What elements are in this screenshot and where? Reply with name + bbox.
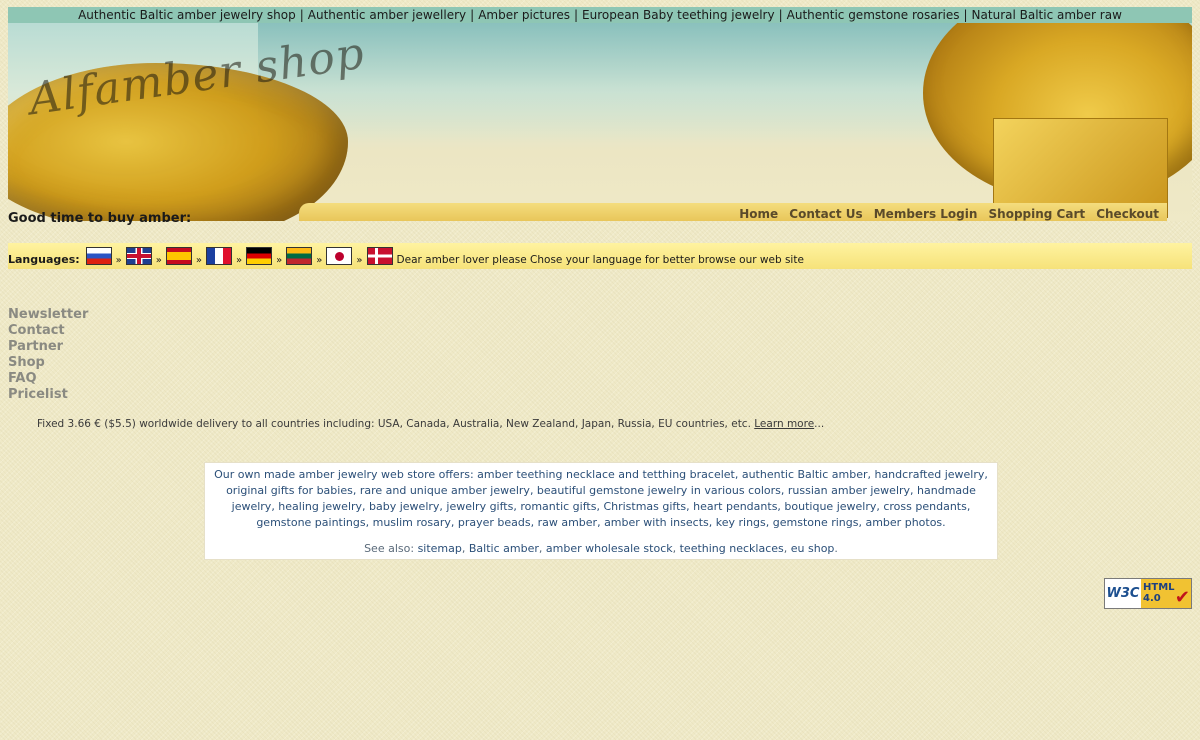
menu-checkout[interactable]: Checkout	[1096, 207, 1159, 221]
lithuanian-flag-icon[interactable]	[286, 247, 313, 265]
offers-box: Our own made amber jewelry web store off…	[204, 462, 998, 560]
see-also-baltic-amber-link[interactable]: Baltic amber	[469, 542, 539, 555]
languages-bar: Languages: » » » » » » » Dear amber love…	[8, 243, 1192, 269]
danish-flag-icon[interactable]	[366, 247, 393, 265]
language-notice: Dear amber lover please Chose your langu…	[396, 254, 804, 266]
banner-water-image	[258, 23, 978, 143]
offers-text: Our own made amber jewelry web store off…	[214, 468, 988, 529]
top-link-separator: |	[299, 8, 304, 22]
language-separator: »	[195, 255, 203, 266]
top-link-separator: |	[963, 8, 968, 22]
good-time-heading: Good time to buy amber:	[8, 211, 192, 226]
top-link-gemstone-rosaries[interactable]: Authentic gemstone rosaries	[787, 8, 960, 22]
nav-contact[interactable]: Contact	[8, 323, 88, 339]
w3c-html-badge[interactable]: W3C HTML 4.0 ✔	[1104, 578, 1192, 609]
see-also-end: .	[834, 542, 838, 555]
nav-newsletter[interactable]: Newsletter	[8, 307, 88, 323]
top-link-baby-teething-jewelry[interactable]: European Baby teething jewelry	[582, 8, 775, 22]
delivery-text: Fixed 3.66 € ($5.5) worldwide delivery t…	[37, 418, 751, 430]
japanese-flag-icon[interactable]	[326, 247, 353, 265]
see-also-teething-necklaces-link[interactable]: teething necklaces	[680, 542, 784, 555]
nav-pricelist[interactable]: Pricelist	[8, 387, 88, 403]
menu-shopping-cart[interactable]: Shopping Cart	[989, 207, 1086, 221]
languages-label: Languages:	[8, 253, 80, 266]
delivery-info: Fixed 3.66 € ($5.5) worldwide delivery t…	[37, 418, 824, 430]
french-flag-icon[interactable]	[206, 247, 233, 265]
nav-partner[interactable]: Partner	[8, 339, 88, 355]
left-nav: Newsletter Contact Partner Shop FAQ Pric…	[8, 307, 88, 403]
language-separator: »	[236, 255, 243, 266]
top-link-amber-jewelry-shop[interactable]: Authentic Baltic amber jewelry shop	[78, 8, 296, 22]
spanish-flag-icon[interactable]	[165, 247, 192, 265]
language-separator: »	[155, 255, 162, 266]
german-flag-icon[interactable]	[246, 247, 273, 265]
top-links-bar: Authentic Baltic amber jewelry shop | Auth…	[8, 7, 1192, 23]
delivery-ellipsis: ...	[814, 418, 825, 430]
header-banner: Alfamber shop Home Contact Us Members Lo…	[8, 23, 1192, 221]
checkmark-icon: ✔	[1174, 587, 1190, 608]
language-separator: »	[115, 255, 122, 266]
see-also-eu-shop-link[interactable]: eu shop	[791, 542, 835, 555]
menu-members-login[interactable]: Members Login	[874, 207, 978, 221]
see-also-wholesale-link[interactable]: amber wholesale stock	[546, 542, 673, 555]
html-version-label: HTML 4.0 ✔	[1141, 579, 1191, 608]
see-also: See also: sitemap, Baltic amber, amber w…	[364, 542, 838, 555]
top-link-separator: |	[778, 8, 783, 22]
top-link-amber-jewellery[interactable]: Authentic amber jewellery	[308, 8, 466, 22]
see-also-sitemap-link[interactable]: sitemap	[418, 542, 462, 555]
learn-more-link[interactable]: Learn more	[754, 418, 814, 430]
w3c-logo: W3C	[1105, 579, 1141, 608]
top-link-separator: |	[574, 8, 579, 22]
top-link-amber-pictures[interactable]: Amber pictures	[478, 8, 570, 22]
top-link-separator: |	[470, 8, 475, 22]
nav-faq[interactable]: FAQ	[8, 371, 88, 387]
nav-shop[interactable]: Shop	[8, 355, 88, 371]
menu-home[interactable]: Home	[739, 207, 778, 221]
language-separator: »	[276, 255, 283, 266]
see-also-label: See also:	[364, 542, 415, 555]
menu-contact-us[interactable]: Contact Us	[789, 207, 862, 221]
main-menu: Home Contact Us Members Login Shopping C…	[299, 203, 1167, 221]
english-flag-icon[interactable]	[125, 247, 152, 265]
russian-flag-icon[interactable]	[85, 247, 112, 265]
language-separator: »	[356, 255, 363, 266]
language-separator: »	[316, 255, 323, 266]
top-link-baltic-amber-raw[interactable]: Natural Baltic amber raw	[972, 8, 1122, 22]
